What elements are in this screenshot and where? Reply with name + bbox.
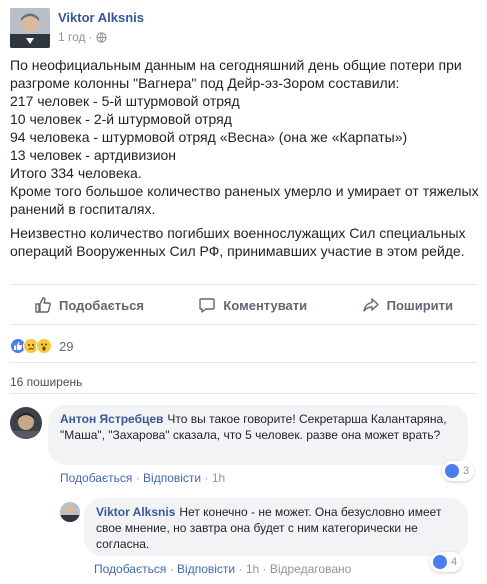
post-text: По неофициальным данным на сегодняшний д… bbox=[10, 56, 480, 260]
author-avatar[interactable] bbox=[10, 8, 50, 48]
comment-reactions[interactable]: 4 bbox=[430, 552, 463, 572]
comment-reactions[interactable]: 3 bbox=[442, 461, 475, 481]
divider bbox=[10, 393, 477, 394]
thumbs-up-icon bbox=[35, 297, 51, 313]
shares-count[interactable]: 16 поширень bbox=[10, 375, 82, 389]
meta-separator: · bbox=[88, 30, 93, 44]
comment-author[interactable]: Антон Ястребцев bbox=[60, 412, 163, 426]
share-button[interactable]: Поширити bbox=[362, 296, 453, 314]
author-name[interactable]: Viktor Alksnis bbox=[58, 10, 144, 25]
like-button[interactable]: Подобається bbox=[34, 296, 144, 314]
avatar-photo bbox=[10, 8, 50, 48]
comment-reply-link[interactable]: Відповісти bbox=[143, 471, 201, 485]
post-meta: 1 год · bbox=[58, 30, 107, 44]
comment-bubble: Антон Ястребцев Что вы такое говорите! Се… bbox=[48, 405, 468, 465]
comment-like-link[interactable]: Подобається bbox=[60, 471, 132, 485]
post-action-bar: Подобається Коментувати Поширити bbox=[10, 290, 477, 320]
globe-icon bbox=[95, 31, 107, 43]
wow-reaction-icon bbox=[36, 338, 52, 354]
share-icon bbox=[362, 298, 379, 312]
comment-icon bbox=[199, 298, 216, 313]
like-reaction-icon bbox=[445, 464, 459, 478]
comment-time[interactable]: 1h bbox=[212, 471, 225, 485]
comment-reaction-count: 4 bbox=[451, 556, 458, 568]
comment-actions: Подобається · Відповісти · 1h · Відредаг… bbox=[94, 562, 351, 576]
comment-actions: Подобається · Відповісти · 1h bbox=[60, 471, 225, 485]
divider bbox=[10, 362, 477, 363]
separator: · bbox=[135, 471, 140, 485]
commenter-avatar[interactable] bbox=[60, 502, 80, 522]
comment-reaction-count: 3 bbox=[463, 465, 470, 477]
comment-label: Коментувати bbox=[223, 297, 308, 313]
comment-bubble: Viktor Alksnis Нет конечно - не может. Он… bbox=[84, 498, 468, 556]
share-label: Поширити bbox=[386, 297, 453, 313]
comment-author[interactable]: Viktor Alksnis bbox=[96, 505, 175, 519]
separator: · bbox=[262, 562, 267, 576]
divider bbox=[10, 284, 477, 285]
comment-time[interactable]: 1h bbox=[246, 562, 259, 576]
like-label: Подобається bbox=[59, 297, 144, 313]
comment-button[interactable]: Коментувати bbox=[198, 296, 307, 314]
separator: · bbox=[204, 471, 209, 485]
comment-edited[interactable]: Відредаговано bbox=[270, 562, 351, 576]
post-paragraph: По неофициальным данным на сегодняшний д… bbox=[10, 57, 479, 217]
commenter-avatar[interactable] bbox=[10, 407, 42, 439]
reactions-summary[interactable]: 29 bbox=[10, 337, 73, 355]
separator: · bbox=[238, 562, 243, 576]
comment-like-link[interactable]: Подобається bbox=[94, 562, 166, 576]
divider bbox=[10, 324, 477, 325]
like-reaction-icon bbox=[433, 555, 447, 569]
reaction-count: 29 bbox=[59, 338, 74, 354]
separator: · bbox=[169, 562, 174, 576]
comment-reply-link[interactable]: Відповісти bbox=[177, 562, 235, 576]
post-paragraph: Неизвестно количество погибших военнослу… bbox=[10, 225, 466, 259]
post-time[interactable]: 1 год bbox=[58, 30, 86, 44]
